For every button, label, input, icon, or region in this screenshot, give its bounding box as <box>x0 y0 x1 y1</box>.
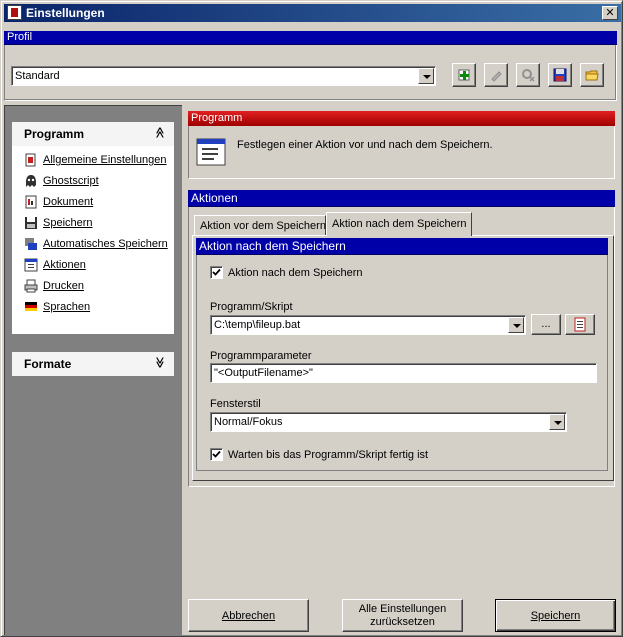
sidebar-programm-title: Programm <box>24 127 85 141</box>
sidebar-item-label: Aktionen <box>43 259 86 271</box>
rename-icon <box>491 71 502 82</box>
window-style-value: Normal/Fokus <box>214 416 283 428</box>
rename-profile-button[interactable] <box>484 63 508 87</box>
sidebar-item-label: Dokument <box>43 196 94 208</box>
profile-select[interactable]: Standard <box>11 66 436 86</box>
profile-header-label: Profil <box>7 31 33 43</box>
save-profile-button[interactable] <box>548 63 572 87</box>
aktionen-header-label: Aktionen <box>191 191 238 205</box>
tab-label: Aktion vor dem Speichern <box>200 220 326 232</box>
sidebar-formate-header[interactable]: Formate ≫ <box>12 352 174 376</box>
cancel-button-label: Abbrechen <box>221 610 276 622</box>
folder-icon <box>585 70 599 81</box>
checkmark-icon <box>212 268 221 276</box>
tab-aktion-nach[interactable]: Aktion nach dem Speichern <box>326 212 472 236</box>
add-icon <box>458 69 470 81</box>
autosave-icon <box>25 238 37 250</box>
inner-header: Aktion nach dem Speichern <box>196 238 608 255</box>
programm-header: Programm <box>188 111 615 126</box>
save-icon <box>553 68 567 82</box>
chevron-down-icon[interactable] <box>418 68 434 84</box>
ghostscript-icon <box>26 175 36 187</box>
open-profile-button[interactable] <box>580 63 604 87</box>
chevron-up-double-icon[interactable]: ≪ <box>154 127 167 139</box>
sidebar: Programm ≪ Allgemeine Einstellungen Ghos… <box>4 105 182 635</box>
program-params-value: "<OutputFilename>" <box>214 367 313 379</box>
window-style-label: Fensterstil <box>210 398 261 410</box>
sidebar-item-label: Automatisches Speichern <box>43 238 168 250</box>
settings-window: Einstellungen ✕ Profil Standard Programm… <box>0 0 623 637</box>
sidebar-formate-title: Formate <box>24 357 72 371</box>
programm-panel: Festlegen einer Aktion vor und nach dem … <box>188 126 615 179</box>
program-window-icon <box>196 138 226 166</box>
programm-header-label: Programm <box>191 112 243 124</box>
window-style-select[interactable]: Normal/Fokus <box>210 412 567 432</box>
profile-select-value: Standard <box>15 70 60 82</box>
tab-label: Aktion nach dem Speichern <box>332 218 467 230</box>
document-icon <box>25 195 37 209</box>
reset-button-line2: zurücksetzen <box>370 616 435 628</box>
inner-header-label: Aktion nach dem Speichern <box>199 239 346 253</box>
programm-description: Festlegen einer Aktion vor und nach dem … <box>237 139 493 151</box>
save-icon <box>25 217 37 229</box>
program-options-button[interactable] <box>565 314 595 335</box>
wait-checkbox[interactable] <box>210 448 223 461</box>
printer-icon <box>24 279 38 293</box>
save-button[interactable]: Speichern <box>495 599 616 632</box>
browse-button-label: ... <box>541 318 551 330</box>
sidebar-programm-header[interactable]: Programm ≪ <box>12 122 174 146</box>
sidebar-item-label: Allgemeine Einstellungen <box>43 154 167 166</box>
settings-icon <box>25 153 36 167</box>
actions-icon <box>24 258 38 272</box>
chevron-down-icon[interactable] <box>508 317 524 333</box>
program-script-label: Programm/Skript <box>210 301 293 313</box>
checkmark-icon <box>212 450 221 458</box>
add-profile-button[interactable] <box>452 63 476 87</box>
wait-label: Warten bis das Programm/Skript fertig is… <box>228 449 429 461</box>
program-params-input[interactable]: "<OutputFilename>" <box>210 363 597 383</box>
delete-icon <box>522 69 535 82</box>
app-icon <box>7 5 22 20</box>
tab-aktion-vor[interactable]: Aktion vor dem Speichern <box>194 215 326 235</box>
title-bar[interactable]: Einstellungen ✕ <box>4 4 621 22</box>
reset-button-line1: Alle Einstellungen <box>358 603 447 615</box>
reset-all-button[interactable]: Alle Einstellungen zurücksetzen <box>342 599 463 632</box>
script-edit-icon <box>574 317 586 332</box>
close-icon[interactable]: ✕ <box>602 6 618 20</box>
language-flag-icon <box>25 302 37 311</box>
program-script-value: C:\temp\fileup.bat <box>214 319 301 331</box>
browse-button[interactable]: ... <box>531 314 561 335</box>
enable-action-checkbox[interactable] <box>210 266 223 279</box>
delete-profile-button[interactable] <box>516 63 540 87</box>
chevron-down-icon[interactable] <box>549 414 565 430</box>
save-button-label: Speichern <box>530 610 581 622</box>
aktionen-header: Aktionen <box>188 190 615 207</box>
program-params-label: Programmparameter <box>210 350 312 362</box>
sidebar-item-label: Sprachen <box>43 301 91 313</box>
sidebar-item-label: Drucken <box>43 280 84 292</box>
profile-header: Profil <box>4 31 617 45</box>
enable-action-label: Aktion nach dem Speichern <box>228 267 363 279</box>
cancel-button[interactable]: Abbrechen <box>188 599 309 632</box>
chevron-down-double-icon[interactable]: ≫ <box>154 357 167 369</box>
window-title: Einstellungen <box>26 6 105 20</box>
sidebar-item-label: Speichern <box>43 217 93 229</box>
sidebar-item-label: Ghostscript <box>43 175 99 187</box>
sidebar-programm-list: Allgemeine Einstellungen Ghostscript Dok… <box>12 146 174 334</box>
program-script-select[interactable]: C:\temp\fileup.bat <box>210 315 526 335</box>
